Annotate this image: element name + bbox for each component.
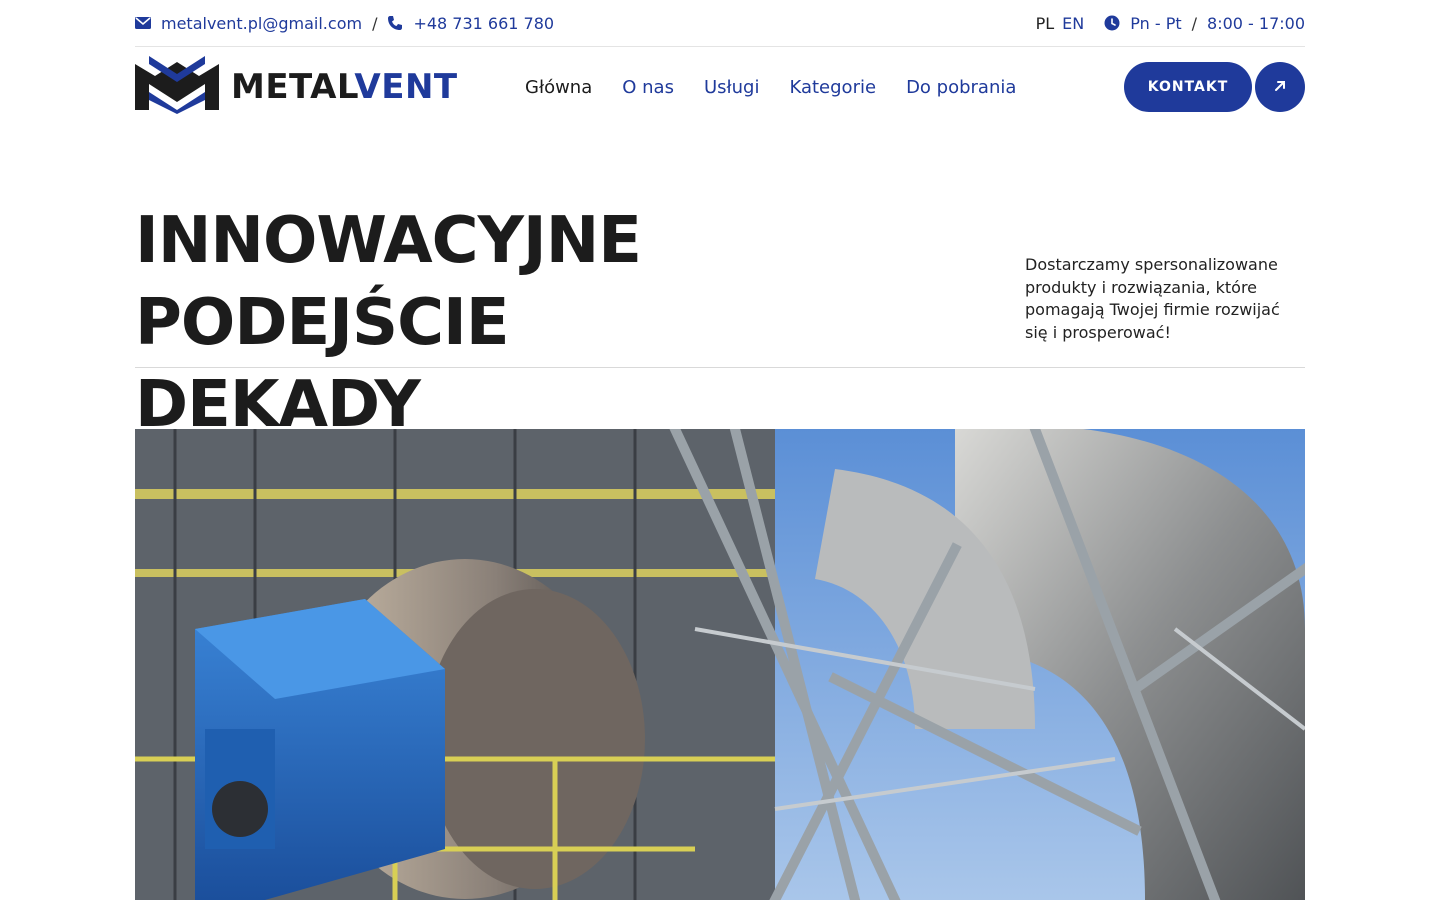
nav-item-do-pobrania[interactable]: Do pobrania: [906, 77, 1016, 98]
hero-image: [135, 429, 1305, 900]
nav-item-kategorie[interactable]: Kategorie: [789, 77, 876, 98]
separator: /: [1191, 13, 1198, 33]
nav-item-glowna[interactable]: Główna: [525, 77, 592, 98]
lang-pl[interactable]: PL: [1036, 14, 1055, 33]
kontakt-button[interactable]: KONTAKT: [1124, 62, 1252, 112]
lang-en[interactable]: EN: [1062, 14, 1084, 33]
separator: /: [372, 13, 378, 33]
metalvent-logo-icon: [135, 56, 219, 118]
contact-cta: KONTAKT: [1124, 62, 1305, 112]
top-bar: metalvent.pl@gmail.com / +48 731 661 780…: [135, 0, 1305, 47]
hero-section: INNOWACYJNE PODEJŚCIEDEKADY DOŚWIADCZENI…: [135, 200, 1305, 524]
phone-link[interactable]: +48 731 661 780: [413, 14, 554, 33]
arrow-up-right-icon: [1273, 78, 1287, 97]
working-days: Pn - Pt: [1130, 13, 1182, 33]
brand-name: METALVENT: [231, 67, 458, 107]
arrow-button[interactable]: [1255, 62, 1305, 112]
contact-info: metalvent.pl@gmail.com / +48 731 661 780: [135, 14, 554, 33]
working-hours: 8:00 - 17:00: [1207, 13, 1305, 33]
clock-icon: [1104, 15, 1120, 31]
logo[interactable]: METALVENT: [135, 56, 465, 118]
lang-and-hours: PL EN Pn - Pt / 8:00 - 17:00: [1036, 14, 1305, 33]
nav-item-uslugi[interactable]: Usługi: [704, 77, 760, 98]
email-link[interactable]: metalvent.pl@gmail.com: [161, 14, 362, 33]
hero-description: Dostarczamy spersonalizowane produkty i …: [1025, 255, 1280, 342]
phone-icon: [387, 15, 403, 31]
envelope-icon: [135, 15, 151, 31]
main-nav: METALVENT Główna O nas Usługi Kategorie …: [135, 47, 1305, 127]
nav-menu: Główna O nas Usługi Kategorie Do pobrani…: [525, 77, 1016, 98]
nav-item-o-nas[interactable]: O nas: [622, 77, 674, 98]
